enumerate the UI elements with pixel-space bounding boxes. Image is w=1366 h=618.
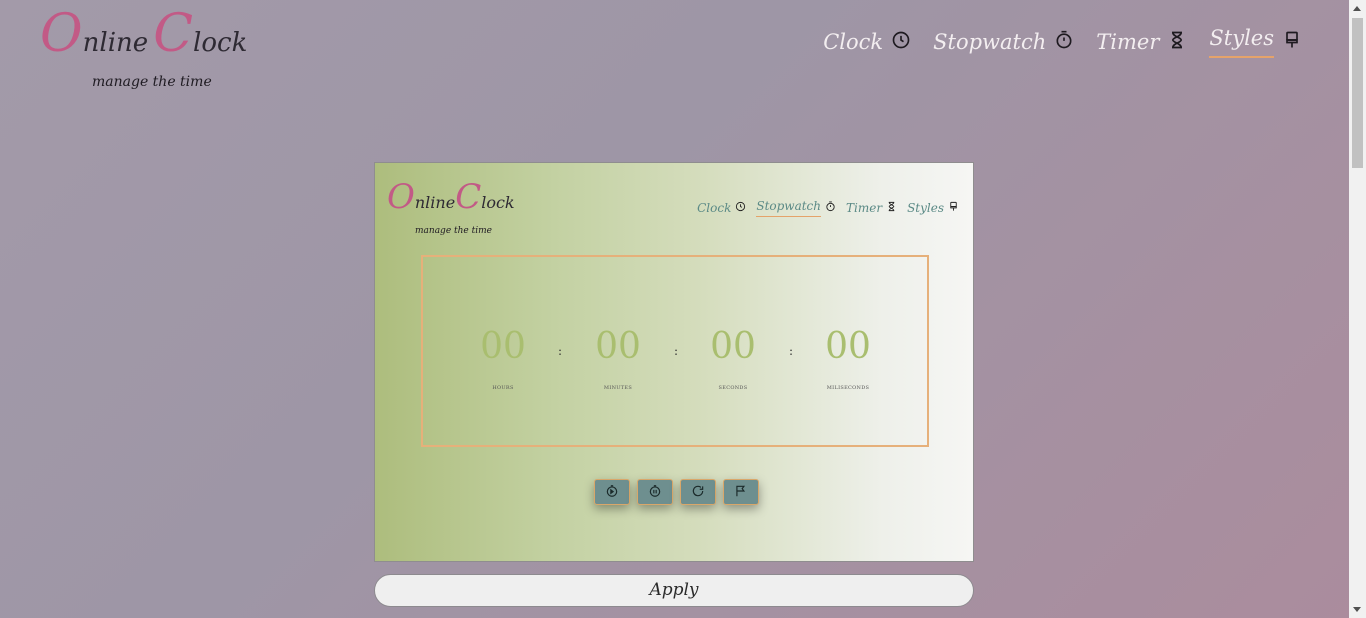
hours-label: HOURS xyxy=(492,385,514,391)
style-preview: OnlineClock manage the time Clock Stopwa… xyxy=(374,162,974,562)
logo-nline: nline xyxy=(82,28,149,58)
preview-logo: OnlineClock xyxy=(387,177,515,217)
minutes-value: 00 xyxy=(595,326,641,367)
start-icon xyxy=(605,483,619,502)
preview-nav-timer: Timer xyxy=(846,201,897,215)
start-button[interactable] xyxy=(594,479,630,505)
preview-nav-clock-label: Clock xyxy=(697,201,732,215)
stopwatch-controls xyxy=(594,479,759,505)
stopwatch-icon xyxy=(1054,30,1074,55)
nav-timer-label: Timer xyxy=(1096,30,1160,54)
scroll-down-arrow-icon[interactable] xyxy=(1353,607,1361,612)
nav-stopwatch[interactable]: Stopwatch xyxy=(933,30,1074,55)
stopwatch-display: 00 HOURS : 00 MINUTES : 00 SECONDS : 00 … xyxy=(421,255,929,447)
logo-lock: lock xyxy=(193,28,248,58)
preview-nav-timer-label: Timer xyxy=(846,201,883,215)
preview-logo-nline: nline xyxy=(414,193,456,212)
clock-icon xyxy=(735,201,746,215)
logo-c: C xyxy=(153,4,194,64)
main-nav: Clock Stopwatch Timer Styles xyxy=(823,26,1302,58)
nav-styles[interactable]: Styles xyxy=(1209,26,1302,58)
hours-value: 00 xyxy=(480,326,526,367)
preview-nav-stopwatch-label: Stopwatch xyxy=(756,199,822,217)
minutes-label: MINUTES xyxy=(603,385,633,391)
hours-unit: 00 HOURS xyxy=(463,326,543,392)
paint-brush-icon xyxy=(948,201,959,215)
nav-clock[interactable]: Clock xyxy=(823,30,911,55)
logo-o: O xyxy=(40,4,83,64)
preview-nav-styles-label: Styles xyxy=(907,201,944,215)
preview-nav-styles: Styles xyxy=(907,201,959,215)
preview-nav: Clock Stopwatch Timer Styles xyxy=(697,199,959,217)
preview-tagline: manage the time xyxy=(415,226,492,236)
lap-flag-icon xyxy=(734,483,748,502)
clock-icon xyxy=(891,30,911,55)
stopwatch-icon xyxy=(825,201,836,215)
preview-logo-c: C xyxy=(455,177,482,217)
preview-nav-stopwatch: Stopwatch xyxy=(756,199,836,217)
seconds-unit: 00 SECONDS xyxy=(693,326,773,392)
nav-styles-label: Styles xyxy=(1209,26,1274,58)
minutes-unit: 00 MINUTES xyxy=(578,326,658,392)
nav-stopwatch-label: Stopwatch xyxy=(933,30,1047,54)
reset-button[interactable] xyxy=(680,479,716,505)
site-logo[interactable]: Online Clock xyxy=(40,4,247,64)
milliseconds-value: 00 xyxy=(825,326,871,367)
paint-brush-icon xyxy=(1282,30,1302,55)
separator: : xyxy=(789,344,794,358)
pause-button[interactable] xyxy=(637,479,673,505)
preview-nav-clock: Clock xyxy=(697,201,746,215)
reset-icon xyxy=(691,483,705,502)
nav-timer[interactable]: Timer xyxy=(1096,30,1187,55)
milliseconds-label: MILISECONDS xyxy=(826,385,870,391)
nav-clock-label: Clock xyxy=(823,30,884,54)
preview-logo-lock: lock xyxy=(481,193,515,212)
pause-icon xyxy=(648,483,662,502)
apply-button[interactable]: Apply xyxy=(374,574,974,607)
preview-logo-o: O xyxy=(387,177,415,217)
tagline: manage the time xyxy=(92,74,212,90)
hourglass-icon xyxy=(886,201,897,215)
separator: : xyxy=(558,344,563,358)
scrollbar-thumb[interactable] xyxy=(1352,18,1363,168)
lap-button[interactable] xyxy=(723,479,759,505)
milliseconds-unit: 00 MILISECONDS xyxy=(808,326,888,392)
seconds-label: SECONDS xyxy=(718,385,748,391)
separator: : xyxy=(674,344,679,358)
scroll-up-arrow-icon[interactable] xyxy=(1353,6,1361,11)
page-scrollbar[interactable] xyxy=(1349,0,1366,618)
seconds-value: 00 xyxy=(710,326,756,367)
hourglass-icon xyxy=(1167,30,1187,55)
